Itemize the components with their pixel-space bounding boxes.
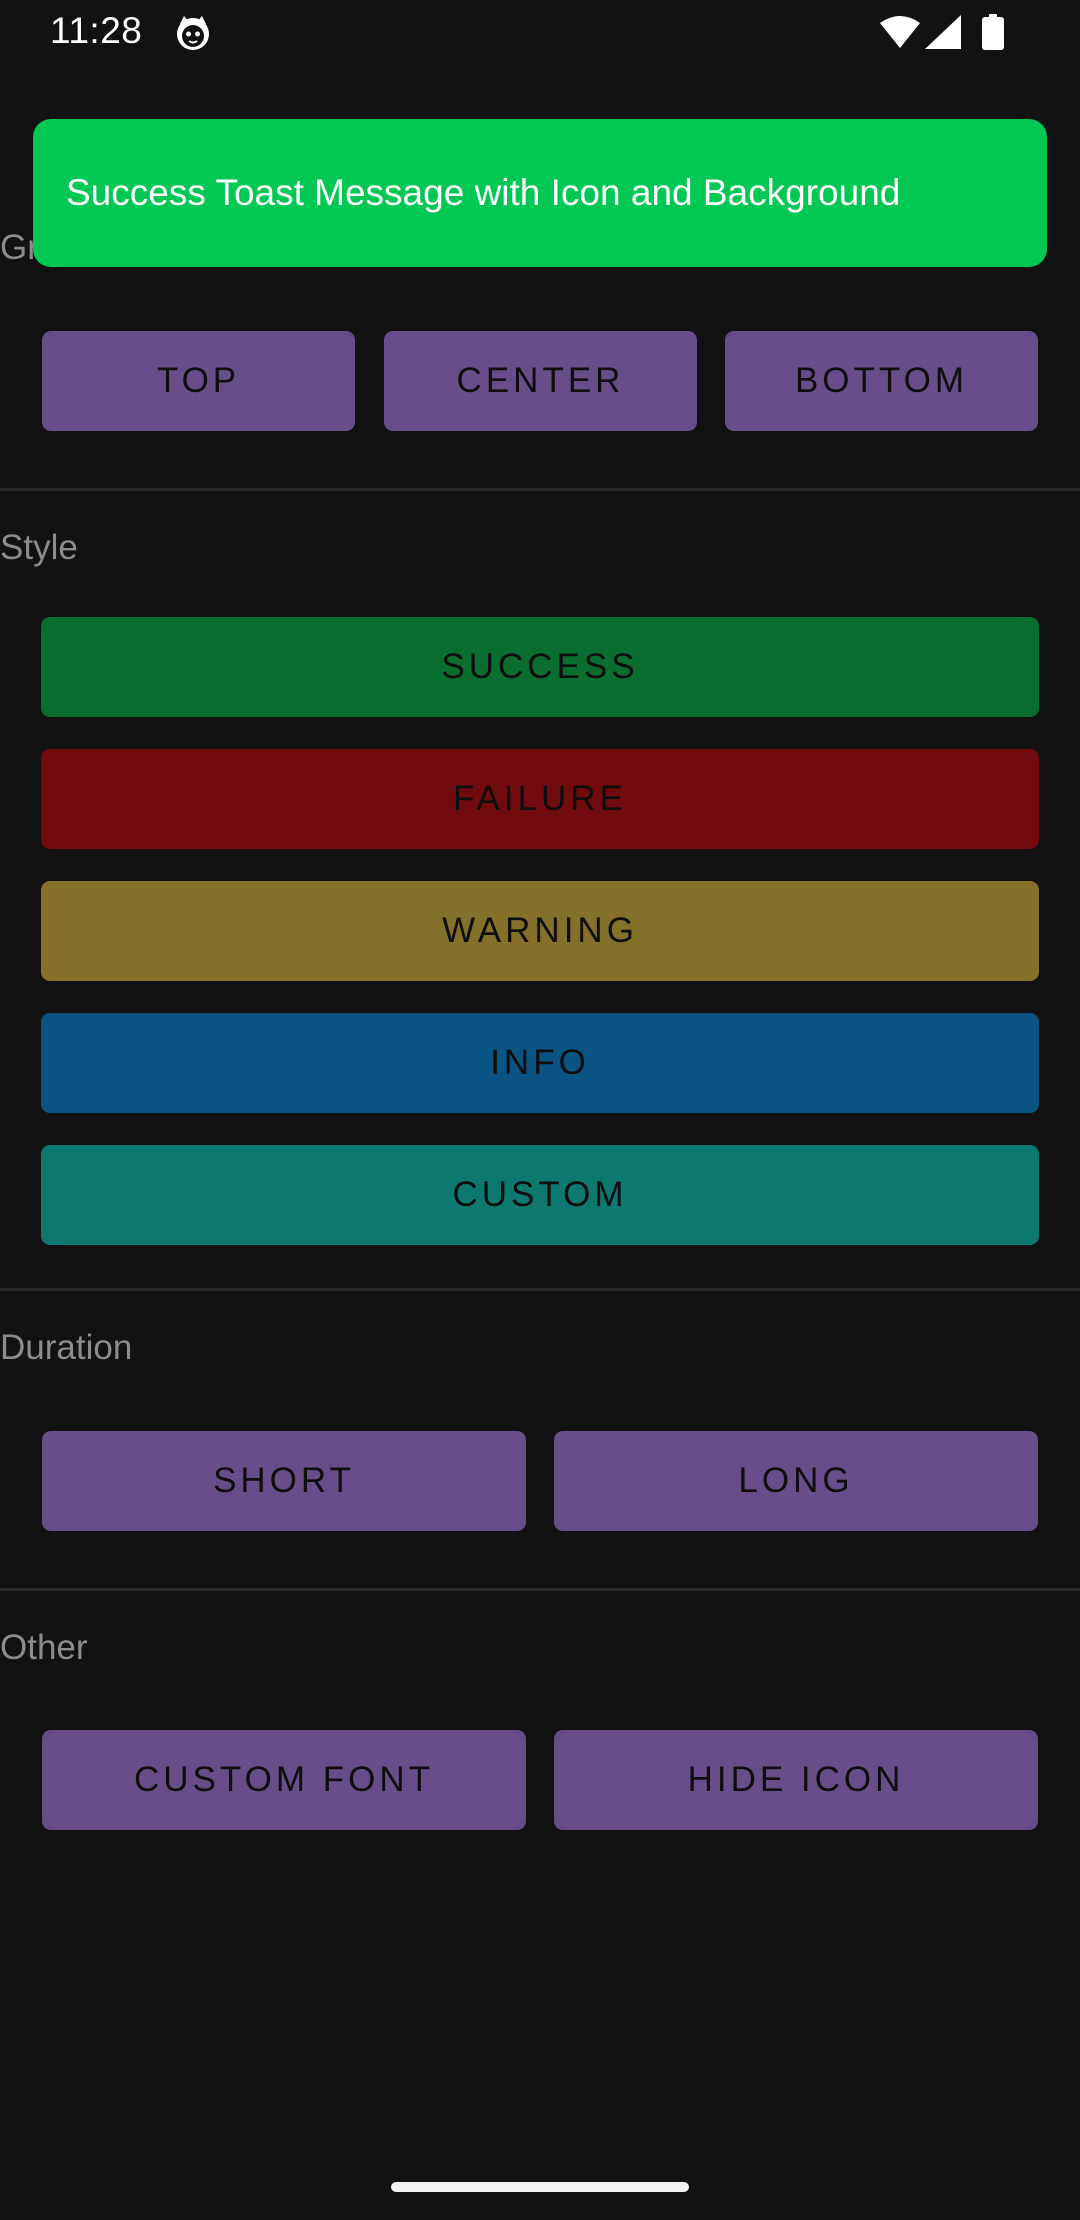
style-success-button[interactable]: SUCCESS bbox=[41, 617, 1039, 717]
section-label-other: Other bbox=[0, 1628, 88, 1667]
wifi-icon bbox=[880, 16, 920, 48]
section-divider bbox=[0, 488, 1080, 491]
toast-message: Success Toast Message with Icon and Back… bbox=[66, 172, 901, 213]
home-indicator[interactable] bbox=[391, 2182, 689, 2192]
battery-icon bbox=[982, 14, 1004, 50]
section-label-duration: Duration bbox=[0, 1328, 133, 1367]
style-failure-button[interactable]: FAILURE bbox=[41, 749, 1039, 849]
duration-short-button[interactable]: SHORT bbox=[42, 1431, 526, 1531]
status-bar: 11:28 bbox=[0, 0, 1080, 66]
success-toast: Success Toast Message with Icon and Back… bbox=[33, 119, 1047, 267]
cat-face-icon bbox=[177, 16, 209, 50]
gravity-center-button[interactable]: CENTER bbox=[384, 331, 697, 431]
section-divider bbox=[0, 1288, 1080, 1291]
section-divider bbox=[0, 1588, 1080, 1591]
section-label-style: Style bbox=[0, 528, 78, 567]
style-custom-button[interactable]: CUSTOM bbox=[41, 1145, 1039, 1245]
style-warning-button[interactable]: WARNING bbox=[41, 881, 1039, 981]
duration-long-button[interactable]: LONG bbox=[554, 1431, 1038, 1531]
hide-icon-button[interactable]: HIDE ICON bbox=[554, 1730, 1038, 1830]
custom-font-button[interactable]: CUSTOM FONT bbox=[42, 1730, 526, 1830]
cell-signal-icon bbox=[925, 15, 961, 49]
style-info-button[interactable]: INFO bbox=[41, 1013, 1039, 1113]
gravity-bottom-button[interactable]: BOTTOM bbox=[725, 331, 1038, 431]
status-time: 11:28 bbox=[50, 10, 143, 51]
gravity-top-button[interactable]: TOP bbox=[42, 331, 355, 431]
